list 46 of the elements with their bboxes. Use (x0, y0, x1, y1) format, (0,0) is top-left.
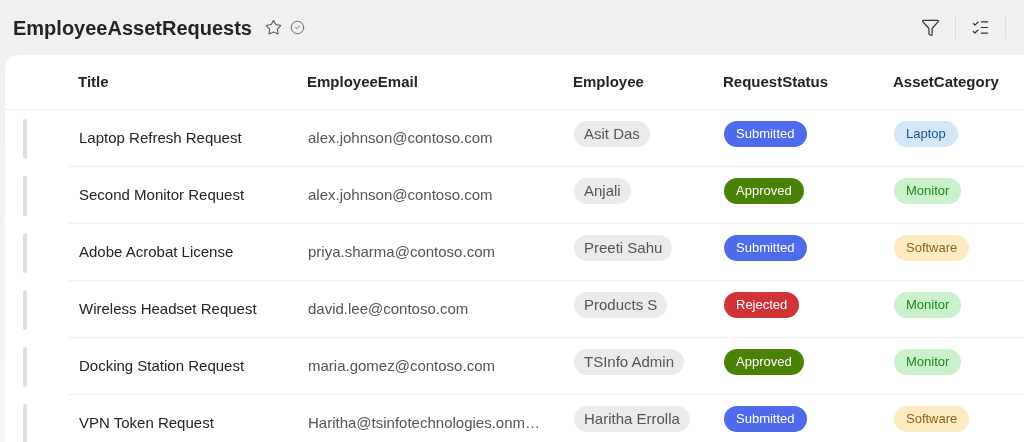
check-circle-icon[interactable] (290, 20, 305, 35)
email-cell: alex.johnson@contoso.com (308, 186, 493, 203)
row-handle[interactable] (23, 403, 27, 442)
person-pill: Haritha Errolla (574, 405, 690, 433)
star-icon[interactable] (265, 19, 282, 36)
column-header[interactable]: RequestStatus (723, 73, 829, 90)
person-pill: Asit Das (574, 120, 650, 148)
page-title: EmployeeAssetRequests (13, 15, 252, 41)
title-cell[interactable]: VPN Token Request (79, 414, 214, 431)
title-cell[interactable]: Second Monitor Request (79, 186, 245, 203)
title-cell[interactable]: Adobe Acrobat License (79, 243, 234, 260)
column-header[interactable]: AssetCategory (893, 73, 999, 90)
person-pill: TSInfo Admin (574, 348, 685, 376)
person-pill: Products S (574, 291, 668, 319)
email-cell: alex.johnson@contoso.com (308, 129, 493, 146)
status-badge: Submitted (724, 235, 807, 261)
list-settings-icon[interactable] (971, 18, 990, 37)
category-badge: Software (894, 235, 970, 261)
status-badge: Approved (724, 178, 804, 204)
category-badge: Software (894, 406, 970, 432)
filter-icon[interactable] (921, 18, 940, 37)
status-badge: Approved (724, 349, 804, 375)
status-badge: Submitted (724, 121, 807, 147)
column-header[interactable]: Employee (573, 73, 644, 90)
row-handle[interactable] (23, 232, 27, 273)
row-handle[interactable] (23, 118, 27, 159)
email-cell: Haritha@tsinfotechnologies.onm… (308, 414, 540, 431)
status-badge: Rejected (724, 292, 800, 318)
title-cell[interactable]: Docking Station Request (79, 357, 245, 374)
email-cell: david.lee@contoso.com (308, 300, 469, 317)
category-badge: Monitor (894, 292, 962, 318)
title-cell[interactable]: Wireless Headset Request (79, 300, 257, 317)
row-handle[interactable] (23, 346, 27, 387)
category-badge: Monitor (894, 178, 962, 204)
person-pill: Preeti Sahu (574, 234, 673, 262)
row-handle[interactable] (23, 289, 27, 330)
column-header[interactable]: Title (78, 73, 109, 90)
status-badge: Submitted (724, 406, 807, 432)
email-cell: maria.gomez@contoso.com (308, 357, 495, 374)
column-header[interactable]: EmployeeEmail (307, 73, 418, 90)
person-pill: Anjali (574, 177, 631, 205)
title-cell[interactable]: Laptop Refresh Request (79, 129, 242, 146)
category-badge: Laptop (894, 121, 958, 147)
row-handle[interactable] (23, 175, 27, 216)
email-cell: priya.sharma@contoso.com (308, 243, 495, 260)
category-badge: Monitor (894, 349, 962, 375)
